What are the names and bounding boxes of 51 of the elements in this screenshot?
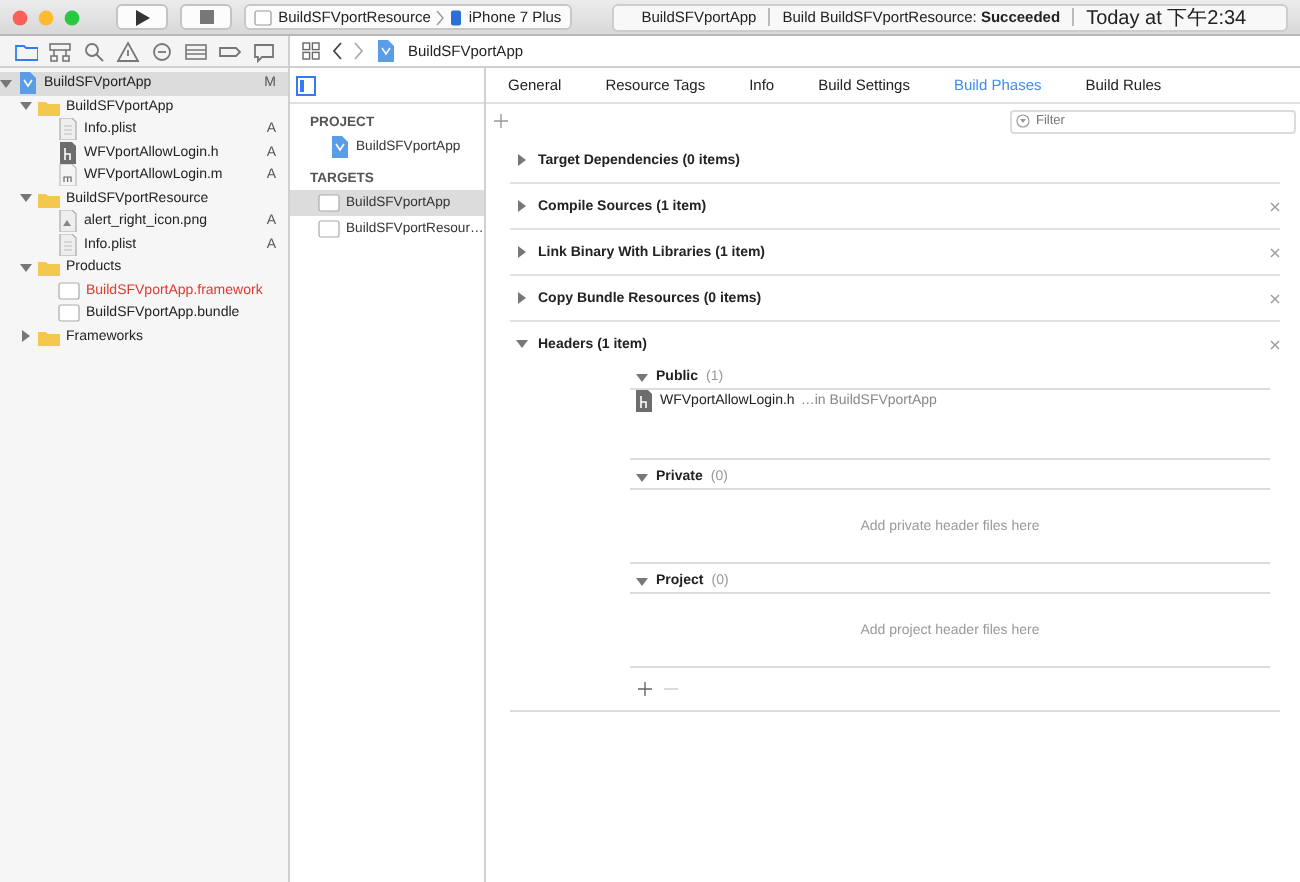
close-icon[interactable] [1270,293,1280,303]
close-icon[interactable] [1270,339,1280,349]
disclosure-triangle-icon[interactable] [636,471,648,483]
disclosure-triangle-icon[interactable] [20,261,32,274]
stop-button[interactable] [180,4,233,30]
disclosure-triangle-icon[interactable] [20,330,32,343]
close-icon[interactable] [1270,247,1280,257]
document-icon [58,118,78,141]
disclosure-triangle-icon[interactable] [636,371,648,383]
disclosure-triangle-icon[interactable] [20,100,32,113]
disclosure-triangle-icon[interactable] [516,292,528,304]
filter-icon [1016,114,1030,128]
hierarchy-icon[interactable] [48,39,72,63]
disclosure-triangle-icon[interactable] [0,77,12,90]
disclosure-triangle-icon[interactable] [516,200,528,212]
disclosure-triangle-icon[interactable] [636,575,648,587]
folder-icon[interactable] [14,39,38,63]
chevron-right-icon [436,9,445,25]
folder-icon [38,258,60,277]
target-icon [318,218,340,240]
product-file-icon [58,302,80,325]
close-icon[interactable] [1270,201,1280,211]
stop-icon [199,10,214,24]
document-icon [58,233,78,256]
play-icon [135,9,150,25]
product-file-icon [58,279,80,302]
run-button[interactable] [116,4,169,30]
folder-icon [38,327,60,346]
document-icon [58,164,78,187]
disclosure-triangle-icon[interactable] [20,192,32,205]
phone-icon [450,9,463,25]
grid-icon[interactable] [302,42,320,60]
warning-icon[interactable] [116,39,140,63]
target-icon [254,9,273,25]
target-icon [318,192,340,214]
build-time: Today at 下午2:34 [1084,5,1249,31]
add-icon[interactable] [638,681,652,695]
document-icon [58,141,78,164]
disclosure-triangle-icon[interactable] [516,154,528,166]
search-icon[interactable] [82,39,106,63]
disclosure-triangle-icon[interactable] [516,246,528,258]
disclosure-triangle-icon[interactable] [516,338,528,350]
close-icon[interactable] [12,9,28,25]
forward-icon[interactable] [354,42,364,60]
image-file-icon [58,210,78,233]
add-icon[interactable] [494,114,508,128]
back-icon[interactable] [332,42,342,60]
sidebar-toggle-icon[interactable] [296,75,316,95]
folder-icon [38,189,60,208]
document-icon [634,390,654,412]
project-file-icon [330,136,350,158]
